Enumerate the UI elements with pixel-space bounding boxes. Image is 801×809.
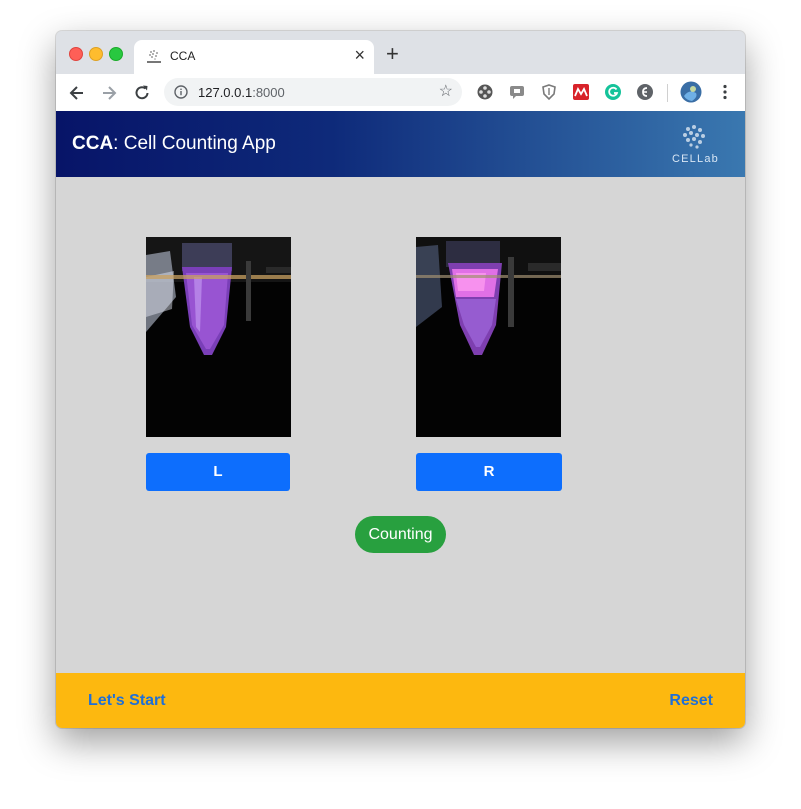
cellab-logo-text: CELLab (672, 153, 719, 165)
reload-icon[interactable] (132, 83, 152, 103)
zoom-window-button[interactable] (109, 47, 123, 61)
app-title-rest: : Cell Counting App (113, 133, 276, 154)
chat-bubble-icon[interactable] (508, 83, 526, 101)
grammarly-icon[interactable] (604, 83, 622, 101)
new-tab-icon[interactable]: + (386, 43, 399, 65)
browser-window: CCA × + 127.0.0.1:8000 ☆ CCA: Cell Count… (56, 31, 745, 728)
url-host: 127.0.0.1 (198, 85, 253, 100)
app-footer: Let's Start Reset (56, 673, 745, 728)
bookmark-star-icon[interactable]: ☆ (439, 83, 453, 101)
right-tube-photo (416, 237, 561, 437)
left-tube-photo (146, 237, 291, 437)
profile-avatar-icon[interactable] (680, 81, 702, 103)
app-title: CCA: Cell Counting App (72, 133, 276, 155)
tab-close-icon[interactable]: × (354, 45, 365, 65)
minimize-window-button[interactable] (89, 47, 103, 61)
left-sample-button[interactable]: L (146, 453, 290, 491)
cellab-favicon-icon (147, 50, 161, 63)
back-arrow-icon[interactable] (67, 83, 87, 103)
tab-title: CCA (170, 49, 196, 63)
evernote-icon[interactable] (636, 83, 654, 101)
browser-toolbar: 127.0.0.1:8000 ☆ (56, 74, 745, 112)
url-text: 127.0.0.1:8000 (198, 85, 285, 100)
tab-strip: CCA × + (56, 31, 745, 74)
app-title-acronym: CCA (72, 133, 114, 154)
left-sample-image (146, 237, 291, 437)
counting-status-button[interactable]: Counting (355, 516, 446, 553)
toolbar-separator (667, 84, 668, 102)
lets-start-link[interactable]: Let's Start (88, 692, 166, 710)
forward-arrow-icon[interactable] (99, 83, 119, 103)
right-sample-image (416, 237, 561, 437)
app-header: CCA: Cell Counting App CELLab (56, 111, 745, 177)
site-info-icon[interactable] (174, 85, 188, 99)
url-port: :8000 (252, 85, 285, 100)
more-menu-icon[interactable] (716, 83, 734, 101)
right-sample-button[interactable]: R (416, 453, 562, 491)
film-reel-icon[interactable] (476, 83, 494, 101)
mendeley-icon[interactable] (572, 83, 590, 101)
address-bar[interactable]: 127.0.0.1:8000 ☆ (164, 78, 462, 106)
tab-cca[interactable]: CCA × (134, 40, 374, 74)
close-window-button[interactable] (69, 47, 83, 61)
shield-icon[interactable] (540, 83, 558, 101)
reset-link[interactable]: Reset (669, 692, 713, 710)
